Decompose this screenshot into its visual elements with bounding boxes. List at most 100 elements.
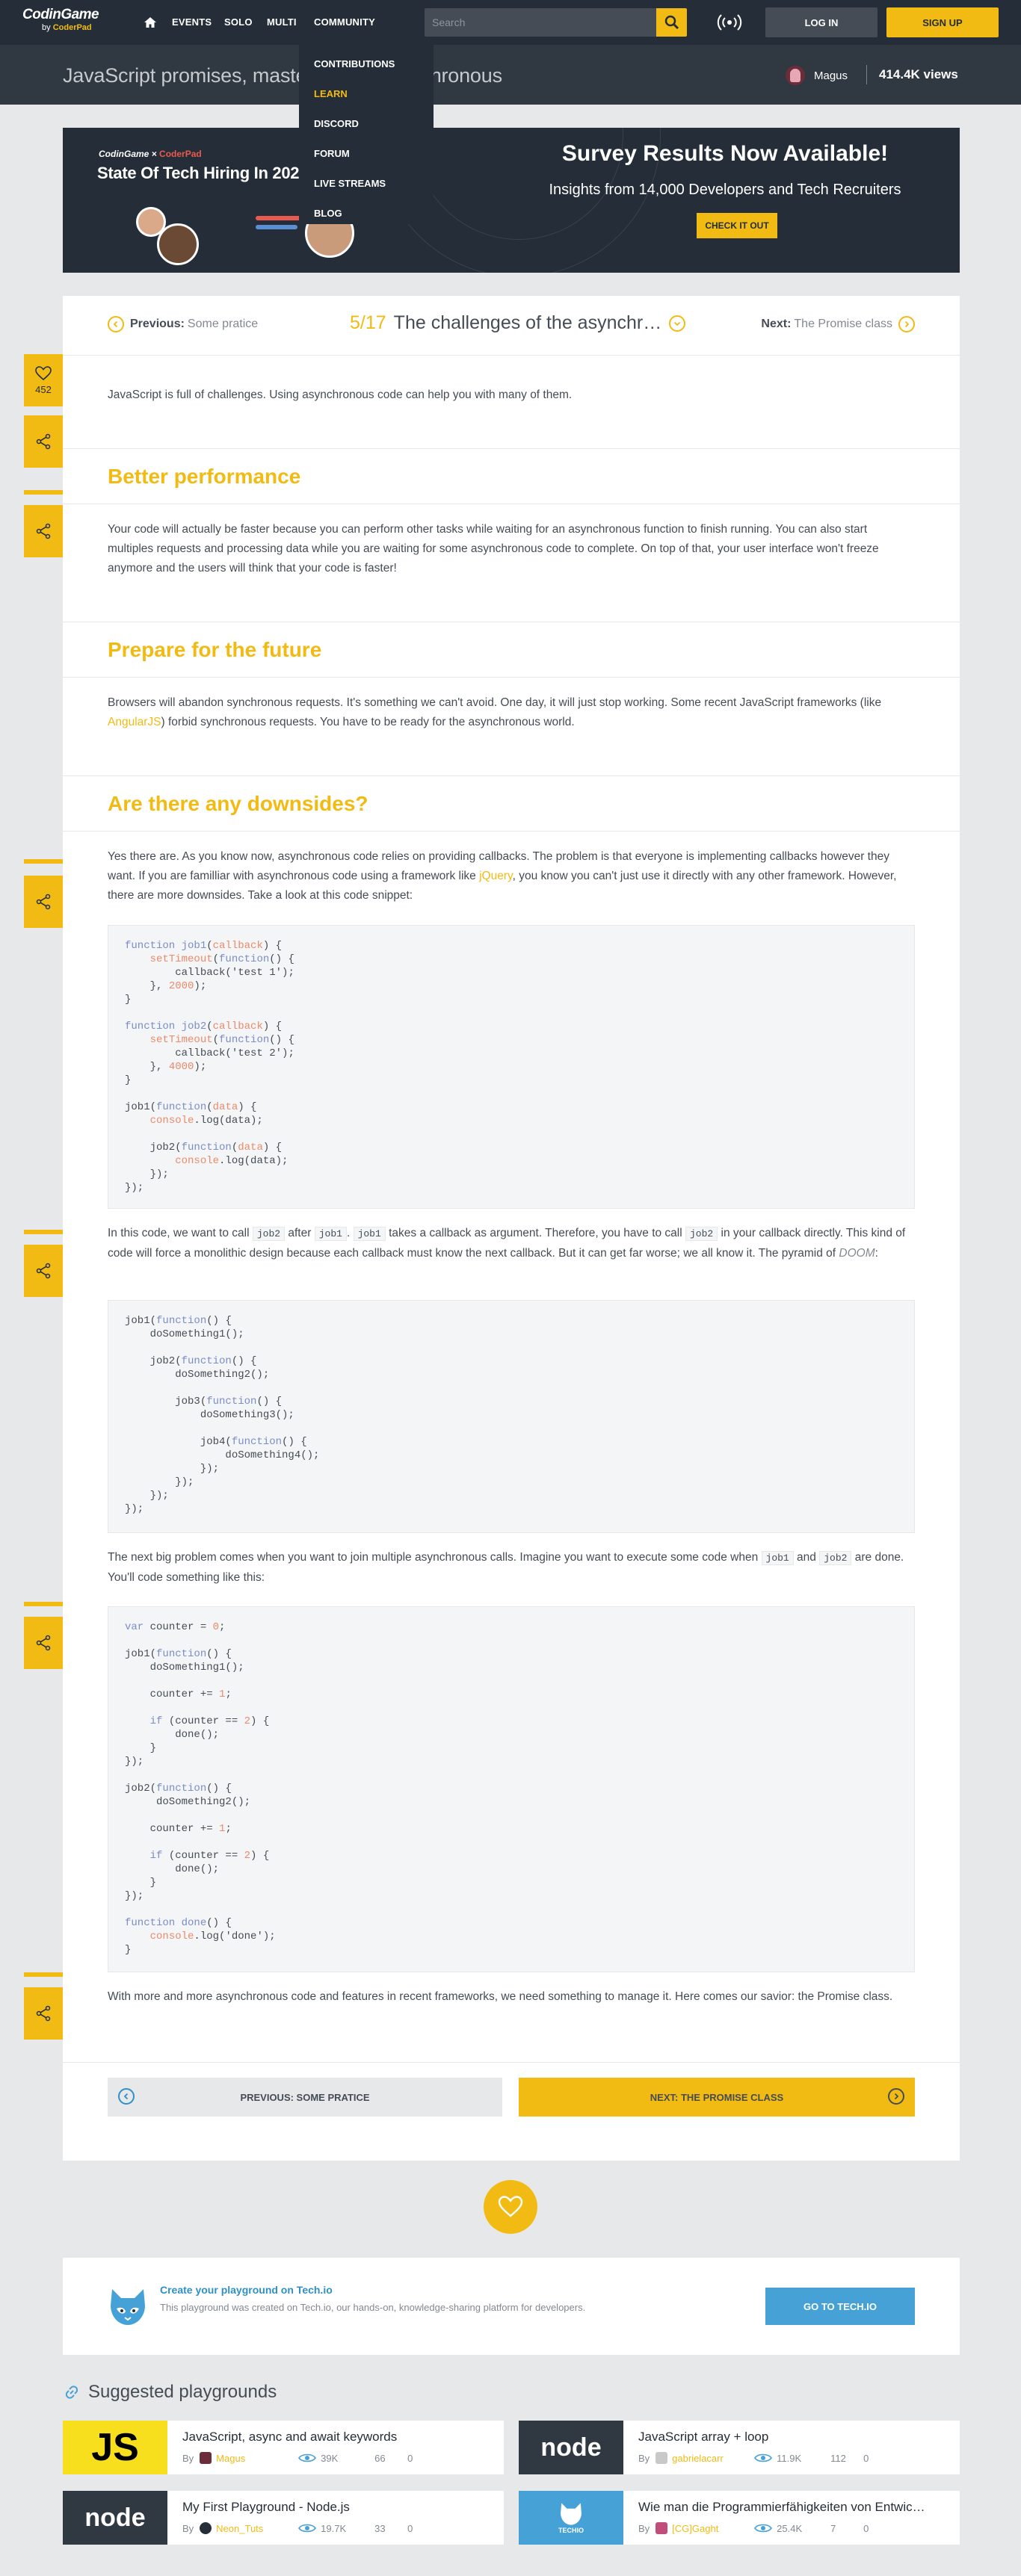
view-count: 25.4K [777, 2522, 803, 2534]
share-icon [36, 523, 51, 539]
search-icon [664, 15, 679, 30]
signup-button[interactable]: SIGN UP [886, 7, 999, 37]
next-chapter-button[interactable]: NEXT: THE PROMISE CLASS [519, 2078, 915, 2117]
share-button[interactable] [24, 415, 63, 468]
lesson-card: Previous: Some pratice 5/17 The challeng… [63, 296, 960, 2161]
techio-description: This playground was created on Tech.io, … [160, 2302, 586, 2313]
person-photo [157, 223, 199, 265]
section-marker [24, 1230, 63, 1234]
avatar [656, 2522, 668, 2534]
playground-meta: By gabrielacarr 11.9K 112 0 [638, 2452, 869, 2464]
logo-byline: by CoderPad [42, 23, 92, 32]
angularjs-link[interactable]: AngularJS [108, 716, 161, 728]
share-button[interactable] [24, 1617, 63, 1669]
previous-chapter-label: PREVIOUS: SOME PRATICE [240, 2091, 370, 2103]
search-box [425, 8, 657, 37]
playground-title: JavaScript array + loop [638, 2430, 769, 2444]
heading-prepare-future: Prepare for the future [108, 638, 322, 661]
nav-community[interactable]: COMMUNITY [314, 16, 375, 28]
techio-title[interactable]: Create your playground on Tech.io [160, 2284, 333, 2296]
like-count: 452 [35, 383, 52, 395]
live-broadcast-icon[interactable] [716, 14, 743, 31]
search-button[interactable] [656, 8, 687, 37]
like-count: 33 [374, 2522, 386, 2534]
comment-count: 0 [407, 2452, 413, 2464]
playground-meta: By Magus 39K 66 0 [182, 2452, 413, 2464]
like-button[interactable]: 452 [24, 354, 63, 406]
performance-section: Your code will actually be faster becaus… [63, 520, 960, 578]
suggested-header: Suggested playgrounds [63, 2382, 277, 2403]
playground-card[interactable]: node JavaScript array + loop By gabriela… [519, 2421, 960, 2474]
eye-icon [298, 2453, 317, 2462]
code-snippet[interactable]: var counter = 0; job1(function() { doSom… [108, 1606, 915, 1972]
share-icon [36, 433, 51, 450]
previous-title: Some pratice [187, 318, 259, 330]
code-snippet[interactable]: function job1(callback) { setTimeout(fun… [108, 925, 915, 1209]
big-like-button[interactable] [484, 2180, 537, 2234]
nav-solo[interactable]: SOLO [224, 16, 253, 28]
go-to-techio-button[interactable]: GO TO TECH.IO [765, 2288, 915, 2325]
callback-paragraph: In this code, we want to call job2 after… [108, 1227, 906, 1260]
top-navbar: CodinGame by CoderPad EVENTS SOLO MULTI … [0, 0, 1021, 45]
share-button[interactable] [24, 1987, 63, 2040]
check-it-out-button[interactable]: CHECK IT OUT [697, 213, 777, 238]
chevron-right-icon [888, 2088, 904, 2105]
previous-chapter-link[interactable]: Previous: Some pratice [108, 316, 258, 332]
intro-paragraph: JavaScript is full of challenges. Using … [108, 388, 573, 401]
nav-events[interactable]: EVENTS [172, 16, 212, 28]
playground-card[interactable]: JS JavaScript, async and await keywords … [63, 2421, 504, 2474]
playground-author[interactable]: Neon_Tuts [216, 2523, 298, 2534]
intro-section: JavaScript is full of challenges. Using … [63, 386, 960, 405]
playground-author[interactable]: [CG]Gaght [672, 2523, 754, 2534]
like-count: 66 [374, 2452, 386, 2464]
chevron-left-icon [108, 316, 124, 332]
menu-item-blog[interactable]: BLOG [299, 199, 434, 229]
future-section: Browsers will abandon synchronous reques… [63, 693, 960, 732]
nav-multi[interactable]: MULTI [267, 16, 297, 28]
menu-item-forum[interactable]: FORUM [299, 139, 434, 169]
menu-item-learn[interactable]: LEARN [299, 79, 434, 109]
menu-item-contributions[interactable]: CONTRIBUTIONS [299, 49, 434, 79]
like-count: 7 [830, 2522, 836, 2534]
jquery-link[interactable]: jQuery [479, 870, 513, 882]
node-thumbnail: node [519, 2421, 623, 2474]
share-button[interactable] [24, 1245, 63, 1297]
view-count: 11.9K [777, 2452, 802, 2464]
menu-item-live-streams[interactable]: LIVE STREAMS [299, 169, 434, 199]
heart-icon [498, 2196, 523, 2217]
previous-label: Previous: [130, 318, 185, 330]
login-button[interactable]: LOG IN [765, 7, 877, 37]
divider [866, 65, 867, 84]
eye-icon [754, 2524, 773, 2533]
chapter-selector[interactable]: 5/17 The challenges of the asynchr… [350, 312, 686, 334]
share-button[interactable] [24, 876, 63, 928]
logo-text: CodinGame [22, 7, 99, 22]
playground-author[interactable]: Magus [216, 2453, 298, 2464]
playground-card[interactable]: node My First Playground - Node.js By Ne… [63, 2491, 504, 2545]
author-link[interactable]: Magus [786, 66, 848, 85]
playground-header: JavaScript promises, mastering the async… [0, 45, 1021, 105]
playground-title: JavaScript, async and await keywords [182, 2430, 398, 2444]
code-snippet[interactable]: job1(function() { doSomething1(); job2(f… [108, 1300, 915, 1533]
next-chapter-label: NEXT: THE PROMISE CLASS [650, 2091, 784, 2103]
author-name: Magus [814, 69, 848, 82]
codingame-logo[interactable]: CodinGame by CoderPad [22, 7, 112, 40]
decorative-bar [256, 225, 297, 229]
promo-banner[interactable]: CodinGame × CoderPad State Of Tech Hirin… [63, 128, 960, 273]
share-button[interactable] [24, 505, 63, 557]
chapter-navigation: Previous: Some pratice 5/17 The challeng… [63, 296, 960, 356]
previous-chapter-button[interactable]: PREVIOUS: SOME PRATICE [108, 2078, 502, 2117]
conclusion-paragraph: With more and more asynchronous code and… [108, 1990, 893, 2003]
eye-icon [754, 2453, 773, 2462]
next-chapter-link[interactable]: Next: The Promise class [761, 316, 915, 332]
playground-card[interactable]: TECHIO Wie man die Programmierfähigkeite… [519, 2491, 960, 2545]
heading-downsides: Are there any downsides? [108, 792, 368, 815]
menu-item-discord[interactable]: DISCORD [299, 109, 434, 139]
section-header: Prepare for the future [63, 622, 960, 678]
page-title: JavaScript promises, mastering the async… [63, 64, 502, 87]
search-input[interactable] [425, 8, 619, 37]
comment-count: 0 [863, 2522, 869, 2534]
playground-author[interactable]: gabrielacarr [672, 2453, 754, 2464]
home-icon[interactable] [143, 15, 158, 30]
chevron-right-icon [898, 316, 915, 332]
